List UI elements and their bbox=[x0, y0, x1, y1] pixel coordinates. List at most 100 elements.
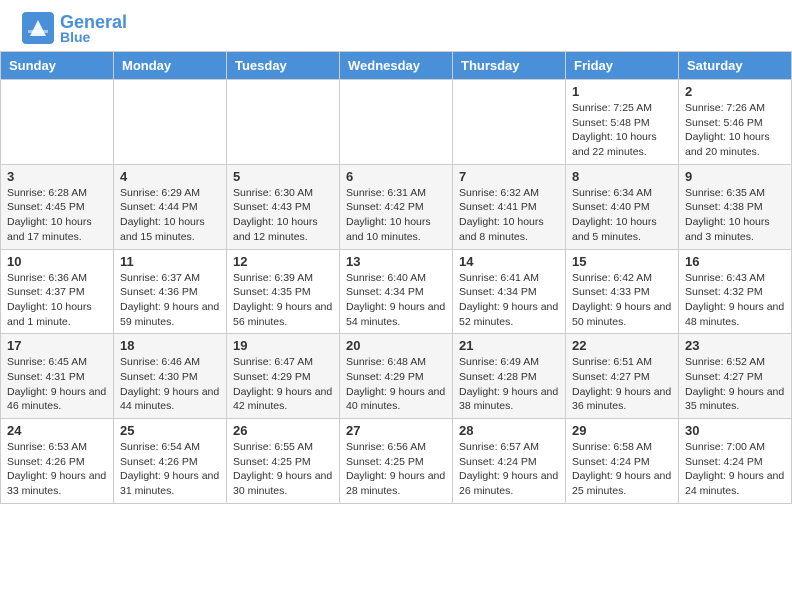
day-number: 15 bbox=[572, 254, 672, 269]
calendar-cell: 6 Sunrise: 6:31 AM Sunset: 4:42 PM Daylig… bbox=[340, 164, 453, 249]
weekday-header-wednesday: Wednesday bbox=[340, 52, 453, 80]
day-info: Sunrise: 6:48 AM Sunset: 4:29 PM Dayligh… bbox=[346, 355, 446, 414]
weekday-header-tuesday: Tuesday bbox=[227, 52, 340, 80]
day-info: Sunrise: 6:52 AM Sunset: 4:27 PM Dayligh… bbox=[685, 355, 785, 414]
calendar-cell-empty bbox=[114, 80, 227, 165]
day-number: 13 bbox=[346, 254, 446, 269]
calendar-cell: 19 Sunrise: 6:47 AM Sunset: 4:29 PM Dayli… bbox=[227, 334, 340, 419]
calendar-cell: 24 Sunrise: 6:53 AM Sunset: 4:26 PM Dayli… bbox=[1, 419, 114, 504]
day-number: 25 bbox=[120, 423, 220, 438]
day-number: 26 bbox=[233, 423, 333, 438]
day-info: Sunrise: 6:47 AM Sunset: 4:29 PM Dayligh… bbox=[233, 355, 333, 414]
day-info: Sunrise: 6:37 AM Sunset: 4:36 PM Dayligh… bbox=[120, 271, 220, 330]
day-number: 4 bbox=[120, 169, 220, 184]
day-info: Sunrise: 6:43 AM Sunset: 4:32 PM Dayligh… bbox=[685, 271, 785, 330]
day-info: Sunrise: 6:34 AM Sunset: 4:40 PM Dayligh… bbox=[572, 186, 672, 245]
day-info: Sunrise: 7:26 AM Sunset: 5:46 PM Dayligh… bbox=[685, 101, 785, 160]
calendar-week-4: 17 Sunrise: 6:45 AM Sunset: 4:31 PM Dayli… bbox=[1, 334, 792, 419]
calendar-cell: 3 Sunrise: 6:28 AM Sunset: 4:45 PM Daylig… bbox=[1, 164, 114, 249]
weekday-header-thursday: Thursday bbox=[453, 52, 566, 80]
day-info: Sunrise: 6:58 AM Sunset: 4:24 PM Dayligh… bbox=[572, 440, 672, 499]
calendar-cell: 2Sunrise: 7:26 AM Sunset: 5:46 PM Daylig… bbox=[679, 80, 792, 165]
calendar-cell: 11 Sunrise: 6:37 AM Sunset: 4:36 PM Dayli… bbox=[114, 249, 227, 334]
calendar-cell: 1Sunrise: 7:25 AM Sunset: 5:48 PM Daylig… bbox=[566, 80, 679, 165]
day-number: 18 bbox=[120, 338, 220, 353]
calendar-cell: 16 Sunrise: 6:43 AM Sunset: 4:32 PM Dayli… bbox=[679, 249, 792, 334]
calendar-week-1: 1Sunrise: 7:25 AM Sunset: 5:48 PM Daylig… bbox=[1, 80, 792, 165]
day-info: Sunrise: 6:46 AM Sunset: 4:30 PM Dayligh… bbox=[120, 355, 220, 414]
day-info: Sunrise: 6:30 AM Sunset: 4:43 PM Dayligh… bbox=[233, 186, 333, 245]
day-number: 29 bbox=[572, 423, 672, 438]
day-number: 22 bbox=[572, 338, 672, 353]
day-info: Sunrise: 6:42 AM Sunset: 4:33 PM Dayligh… bbox=[572, 271, 672, 330]
day-info: Sunrise: 6:49 AM Sunset: 4:28 PM Dayligh… bbox=[459, 355, 559, 414]
day-number: 5 bbox=[233, 169, 333, 184]
day-info: Sunrise: 6:31 AM Sunset: 4:42 PM Dayligh… bbox=[346, 186, 446, 245]
day-number: 3 bbox=[7, 169, 107, 184]
day-number: 8 bbox=[572, 169, 672, 184]
calendar-cell: 8 Sunrise: 6:34 AM Sunset: 4:40 PM Daylig… bbox=[566, 164, 679, 249]
day-number: 17 bbox=[7, 338, 107, 353]
day-number: 11 bbox=[120, 254, 220, 269]
weekday-header-sunday: Sunday bbox=[1, 52, 114, 80]
calendar-week-3: 10Sunrise: 6:36 AM Sunset: 4:37 PM Dayli… bbox=[1, 249, 792, 334]
day-number: 16 bbox=[685, 254, 785, 269]
day-number: 27 bbox=[346, 423, 446, 438]
calendar-cell: 25 Sunrise: 6:54 AM Sunset: 4:26 PM Dayli… bbox=[114, 419, 227, 504]
day-number: 23 bbox=[685, 338, 785, 353]
day-number: 28 bbox=[459, 423, 559, 438]
calendar-cell-empty bbox=[1, 80, 114, 165]
calendar-cell: 30Sunrise: 7:00 AM Sunset: 4:24 PM Dayli… bbox=[679, 419, 792, 504]
calendar-cell: 4 Sunrise: 6:29 AM Sunset: 4:44 PM Daylig… bbox=[114, 164, 227, 249]
calendar-cell: 29 Sunrise: 6:58 AM Sunset: 4:24 PM Dayli… bbox=[566, 419, 679, 504]
calendar-cell: 18 Sunrise: 6:46 AM Sunset: 4:30 PM Dayli… bbox=[114, 334, 227, 419]
day-number: 20 bbox=[346, 338, 446, 353]
calendar-cell: 17 Sunrise: 6:45 AM Sunset: 4:31 PM Dayli… bbox=[1, 334, 114, 419]
day-info: Sunrise: 6:40 AM Sunset: 4:34 PM Dayligh… bbox=[346, 271, 446, 330]
calendar-cell-empty bbox=[453, 80, 566, 165]
day-info: Sunrise: 6:29 AM Sunset: 4:44 PM Dayligh… bbox=[120, 186, 220, 245]
day-info: Sunrise: 6:57 AM Sunset: 4:24 PM Dayligh… bbox=[459, 440, 559, 499]
calendar-week-2: 3 Sunrise: 6:28 AM Sunset: 4:45 PM Daylig… bbox=[1, 164, 792, 249]
day-info: Sunrise: 6:56 AM Sunset: 4:25 PM Dayligh… bbox=[346, 440, 446, 499]
day-number: 24 bbox=[7, 423, 107, 438]
calendar-table: SundayMondayTuesdayWednesdayThursdayFrid… bbox=[0, 51, 792, 504]
calendar-cell: 5 Sunrise: 6:30 AM Sunset: 4:43 PM Daylig… bbox=[227, 164, 340, 249]
calendar-cell-empty bbox=[227, 80, 340, 165]
day-info: Sunrise: 6:45 AM Sunset: 4:31 PM Dayligh… bbox=[7, 355, 107, 414]
weekday-header-monday: Monday bbox=[114, 52, 227, 80]
calendar-cell: 20 Sunrise: 6:48 AM Sunset: 4:29 PM Dayli… bbox=[340, 334, 453, 419]
day-number: 19 bbox=[233, 338, 333, 353]
calendar-cell: 12 Sunrise: 6:39 AM Sunset: 4:35 PM Dayli… bbox=[227, 249, 340, 334]
weekday-header-friday: Friday bbox=[566, 52, 679, 80]
calendar-week-5: 24 Sunrise: 6:53 AM Sunset: 4:26 PM Dayli… bbox=[1, 419, 792, 504]
logo-icon bbox=[20, 10, 56, 46]
day-info: Sunrise: 7:00 AM Sunset: 4:24 PM Dayligh… bbox=[685, 440, 785, 499]
calendar-cell: 22 Sunrise: 6:51 AM Sunset: 4:27 PM Dayli… bbox=[566, 334, 679, 419]
day-number: 6 bbox=[346, 169, 446, 184]
calendar-cell: 7Sunrise: 6:32 AM Sunset: 4:41 PM Daylig… bbox=[453, 164, 566, 249]
day-info: Sunrise: 6:28 AM Sunset: 4:45 PM Dayligh… bbox=[7, 186, 107, 245]
day-info: Sunrise: 6:51 AM Sunset: 4:27 PM Dayligh… bbox=[572, 355, 672, 414]
day-number: 1 bbox=[572, 84, 672, 99]
day-info: Sunrise: 6:55 AM Sunset: 4:25 PM Dayligh… bbox=[233, 440, 333, 499]
day-info: Sunrise: 6:41 AM Sunset: 4:34 PM Dayligh… bbox=[459, 271, 559, 330]
day-info: Sunrise: 6:39 AM Sunset: 4:35 PM Dayligh… bbox=[233, 271, 333, 330]
day-number: 12 bbox=[233, 254, 333, 269]
calendar-cell-empty bbox=[340, 80, 453, 165]
calendar-cell: 14 Sunrise: 6:41 AM Sunset: 4:34 PM Dayli… bbox=[453, 249, 566, 334]
weekday-header-row: SundayMondayTuesdayWednesdayThursdayFrid… bbox=[1, 52, 792, 80]
calendar-cell: 13 Sunrise: 6:40 AM Sunset: 4:34 PM Dayli… bbox=[340, 249, 453, 334]
calendar-cell: 26 Sunrise: 6:55 AM Sunset: 4:25 PM Dayli… bbox=[227, 419, 340, 504]
calendar-cell: 23 Sunrise: 6:52 AM Sunset: 4:27 PM Dayli… bbox=[679, 334, 792, 419]
calendar-cell: 9Sunrise: 6:35 AM Sunset: 4:38 PM Daylig… bbox=[679, 164, 792, 249]
day-info: Sunrise: 6:53 AM Sunset: 4:26 PM Dayligh… bbox=[7, 440, 107, 499]
day-info: Sunrise: 6:35 AM Sunset: 4:38 PM Dayligh… bbox=[685, 186, 785, 245]
weekday-header-saturday: Saturday bbox=[679, 52, 792, 80]
calendar-cell: 10Sunrise: 6:36 AM Sunset: 4:37 PM Dayli… bbox=[1, 249, 114, 334]
calendar-cell: 15 Sunrise: 6:42 AM Sunset: 4:33 PM Dayli… bbox=[566, 249, 679, 334]
calendar-cell: 27 Sunrise: 6:56 AM Sunset: 4:25 PM Dayli… bbox=[340, 419, 453, 504]
day-info: Sunrise: 6:54 AM Sunset: 4:26 PM Dayligh… bbox=[120, 440, 220, 499]
logo: General Blue bbox=[20, 10, 127, 46]
day-number: 14 bbox=[459, 254, 559, 269]
